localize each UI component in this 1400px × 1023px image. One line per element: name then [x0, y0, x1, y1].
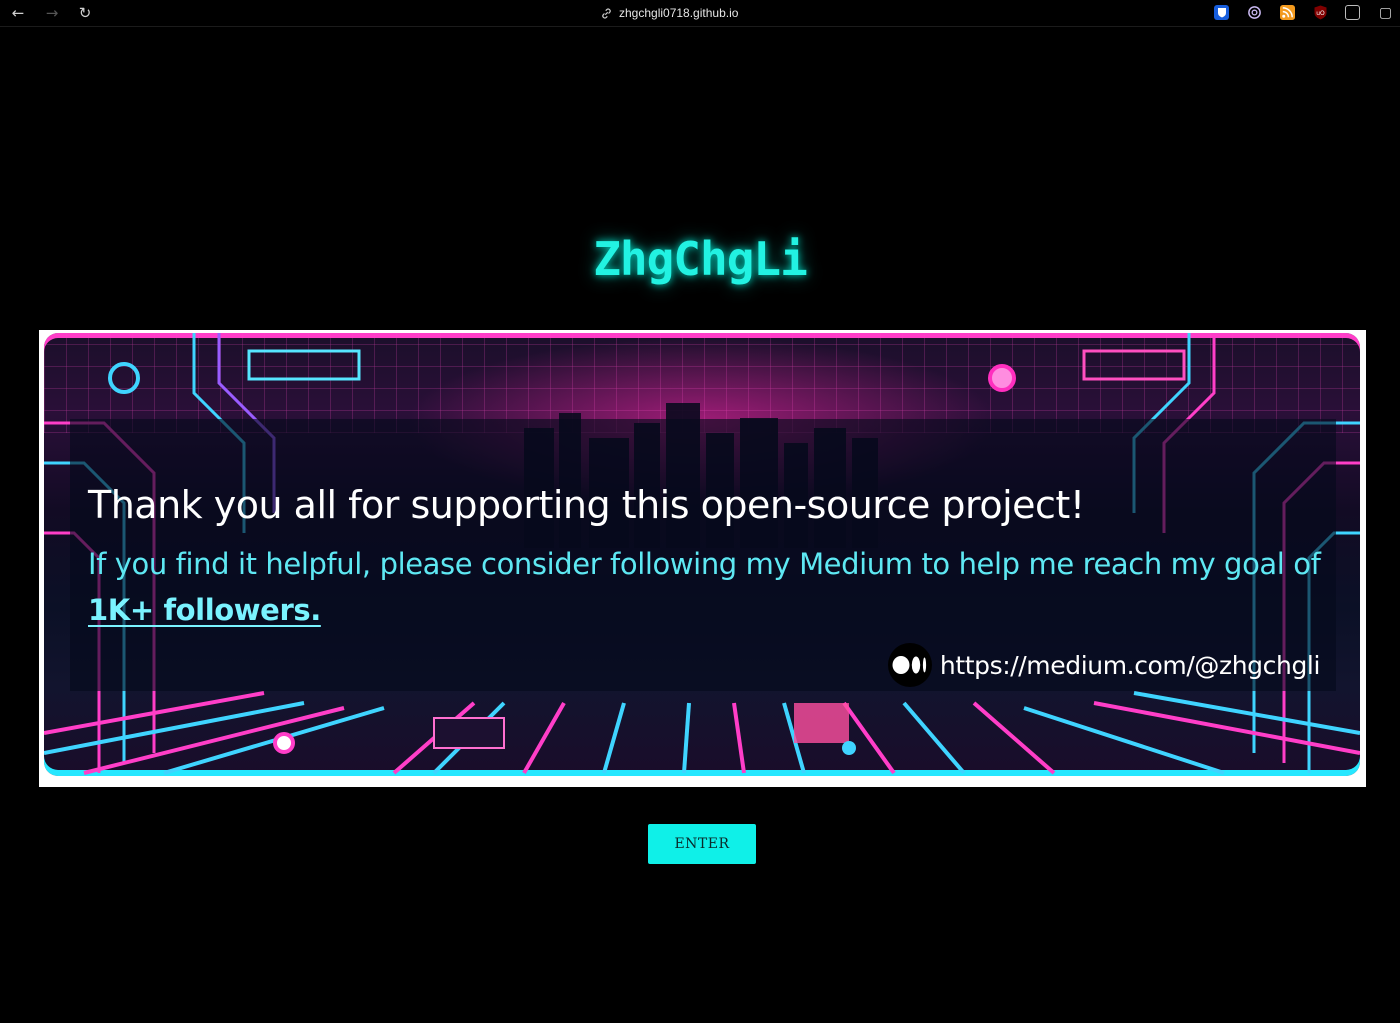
bitwarden-icon[interactable]: [1214, 5, 1229, 20]
medium-link-row[interactable]: https://medium.com/@zhgchgli: [887, 643, 1321, 687]
banner-heading: Thank you all for supporting this open-s…: [88, 483, 1085, 527]
banner-message-text: If you find it helpful, please consider …: [88, 547, 1321, 581]
sidebar-icon[interactable]: ▢: [1378, 5, 1393, 21]
ublock-icon[interactable]: uO: [1313, 5, 1328, 20]
openai-icon[interactable]: [1247, 5, 1262, 20]
forward-icon[interactable]: →: [42, 3, 62, 23]
svg-text:uO: uO: [1316, 10, 1325, 17]
banner-frame: Thank you all for supporting this open-s…: [39, 330, 1366, 787]
back-icon[interactable]: ←: [8, 3, 28, 23]
enter-button[interactable]: ENTER: [648, 824, 756, 864]
address-bar[interactable]: zhgchgli0718.github.io: [600, 4, 800, 22]
reload-icon[interactable]: ↻: [75, 3, 95, 23]
site-title: ZhgChgLi: [593, 232, 808, 286]
medium-icon: [887, 643, 932, 687]
banner-message: If you find it helpful, please consider …: [88, 541, 1328, 633]
followers-link[interactable]: 1K+ followers.: [88, 593, 321, 627]
medium-url[interactable]: https://medium.com/@zhgchgli: [940, 651, 1321, 680]
link-icon: [602, 7, 611, 19]
extensions-icon[interactable]: [1345, 5, 1360, 20]
url-text: zhgchgli0718.github.io: [619, 6, 739, 20]
browser-toolbar: ← → ↻ zhgchgli0718.github.io uO ▢: [0, 0, 1400, 27]
rss-icon[interactable]: [1280, 5, 1295, 20]
cyberpunk-banner: Thank you all for supporting this open-s…: [44, 333, 1360, 776]
